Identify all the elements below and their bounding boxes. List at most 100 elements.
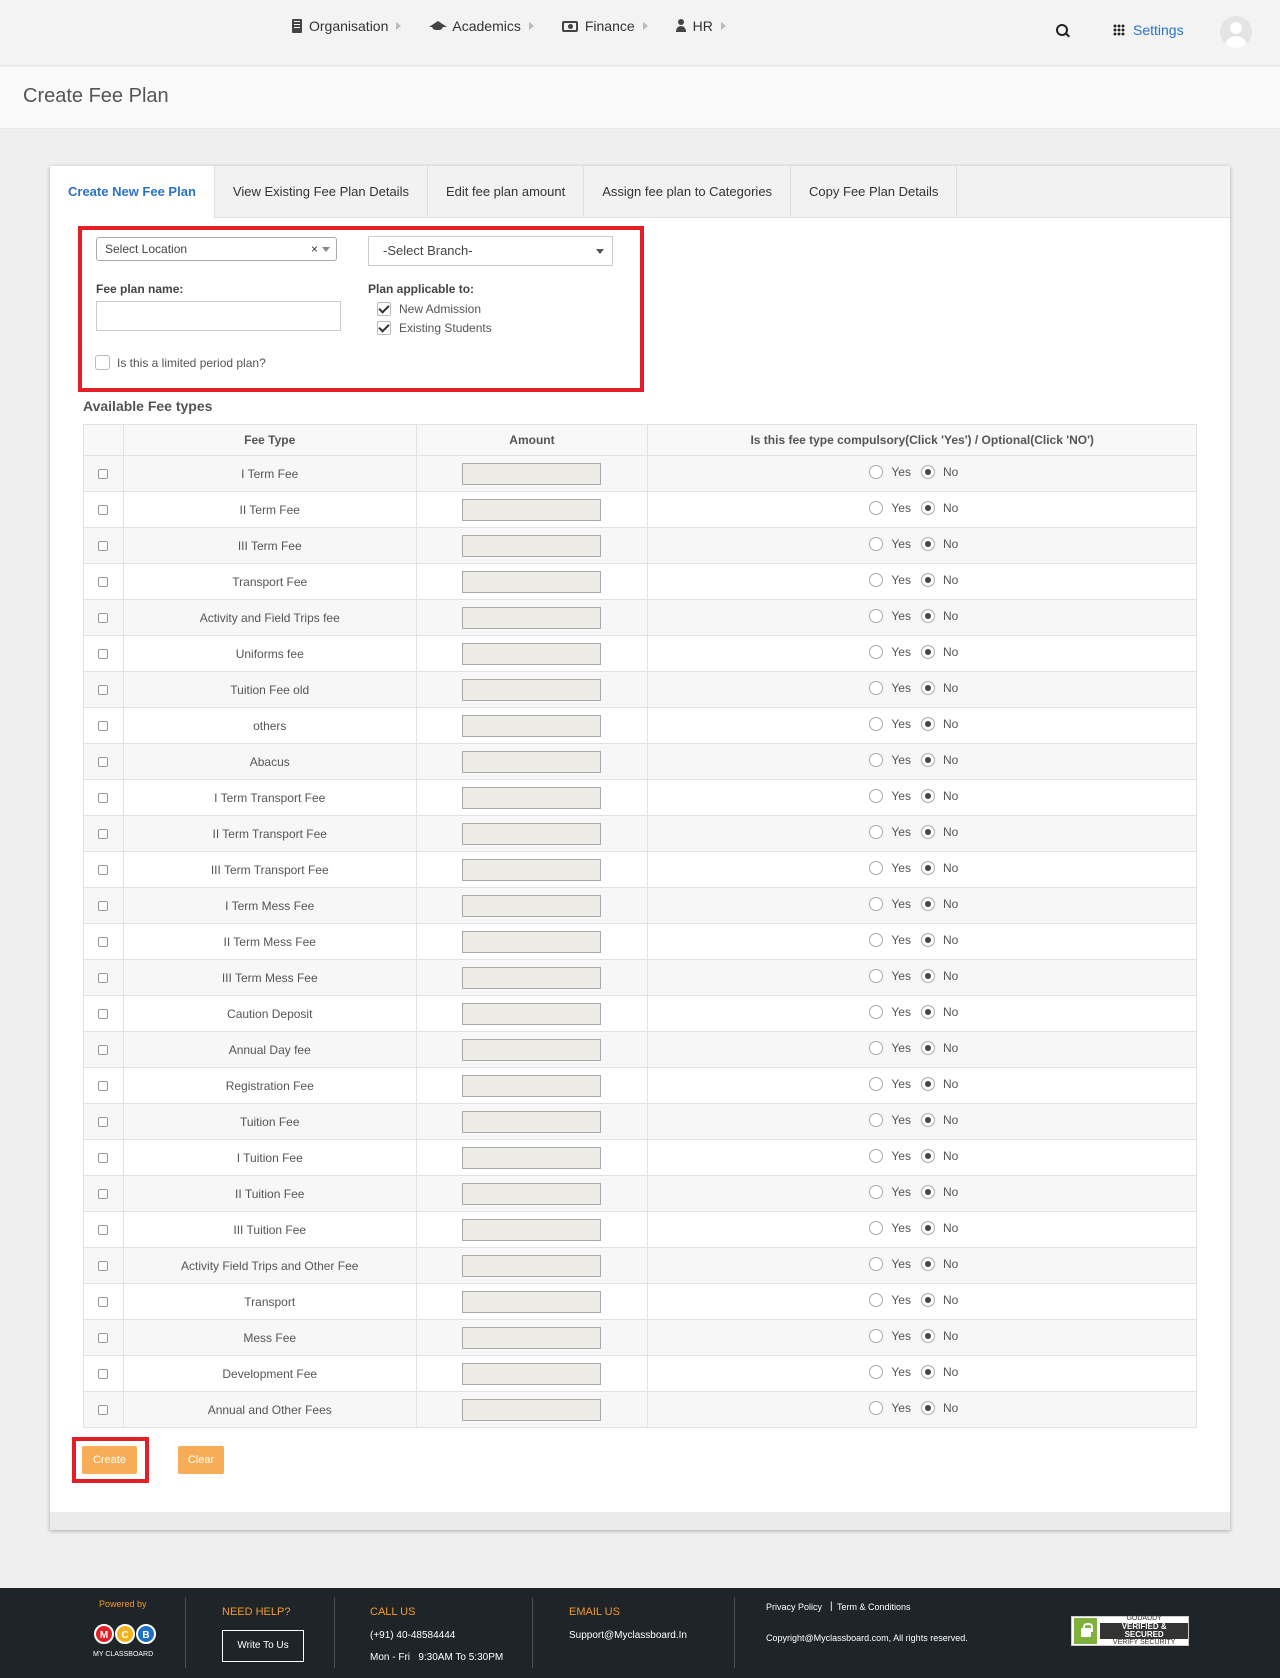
new-admission-option[interactable]: New Admission (377, 302, 481, 316)
amount-input[interactable] (462, 930, 602, 953)
amount-input[interactable] (462, 894, 602, 917)
limited-period-checkbox[interactable] (95, 355, 110, 370)
yes-radio[interactable] (869, 681, 884, 695)
tab-assign-fee-plan[interactable]: Assign fee plan to Categories (584, 166, 792, 218)
no-radio[interactable] (920, 969, 935, 983)
amount-input[interactable] (462, 1254, 602, 1277)
create-button[interactable]: Create (82, 1446, 137, 1474)
row-checkbox[interactable] (98, 1153, 109, 1164)
yes-radio[interactable] (869, 573, 884, 587)
amount-input[interactable] (462, 1146, 602, 1169)
amount-input[interactable] (462, 1074, 602, 1097)
no-radio[interactable] (920, 1077, 935, 1091)
no-radio[interactable] (920, 861, 935, 875)
no-radio[interactable] (920, 1257, 935, 1271)
row-checkbox[interactable] (98, 1117, 109, 1128)
no-radio[interactable] (920, 645, 935, 659)
row-checkbox[interactable] (98, 1261, 109, 1272)
no-radio[interactable] (920, 753, 935, 767)
yes-radio[interactable] (869, 933, 884, 947)
nav-academics[interactable]: Academics (429, 18, 534, 34)
row-checkbox[interactable] (98, 1189, 109, 1200)
amount-input[interactable] (462, 786, 602, 809)
search-icon[interactable] (1056, 24, 1070, 38)
limited-period-option[interactable]: Is this a limited period plan? (95, 355, 266, 370)
row-checkbox[interactable] (98, 685, 109, 696)
yes-radio[interactable] (869, 609, 884, 623)
amount-input[interactable] (462, 498, 602, 521)
amount-input[interactable] (462, 462, 602, 485)
row-checkbox[interactable] (98, 541, 109, 552)
amount-input[interactable] (462, 858, 602, 881)
tab-copy-fee-plan[interactable]: Copy Fee Plan Details (791, 166, 958, 218)
no-radio[interactable] (920, 501, 935, 515)
no-radio[interactable] (920, 717, 935, 731)
amount-input[interactable] (462, 678, 602, 701)
yes-radio[interactable] (869, 1185, 884, 1199)
yes-radio[interactable] (869, 861, 884, 875)
row-checkbox[interactable] (98, 1405, 109, 1416)
row-checkbox[interactable] (98, 973, 109, 984)
row-checkbox[interactable] (98, 1009, 109, 1020)
privacy-policy-link[interactable]: Privacy Policy (766, 1602, 822, 1612)
clear-button[interactable]: Clear (178, 1446, 224, 1474)
row-checkbox[interactable] (98, 721, 109, 732)
yes-radio[interactable] (869, 1293, 884, 1307)
no-radio[interactable] (920, 537, 935, 551)
no-radio[interactable] (920, 1329, 935, 1343)
amount-input[interactable] (462, 750, 602, 773)
yes-radio[interactable] (869, 1005, 884, 1019)
yes-radio[interactable] (869, 897, 884, 911)
support-email[interactable]: Support@Myclassboard.In (569, 1630, 687, 1641)
fee-plan-name-input[interactable] (96, 301, 341, 331)
yes-radio[interactable] (869, 1257, 884, 1271)
row-checkbox[interactable] (98, 865, 109, 876)
amount-input[interactable] (462, 1002, 602, 1025)
row-checkbox[interactable] (98, 469, 109, 480)
row-checkbox[interactable] (98, 793, 109, 804)
no-radio[interactable] (920, 681, 935, 695)
no-radio[interactable] (920, 789, 935, 803)
yes-radio[interactable] (869, 717, 884, 731)
row-checkbox[interactable] (98, 613, 109, 624)
amount-input[interactable] (462, 606, 602, 629)
no-radio[interactable] (920, 1149, 935, 1163)
row-checkbox[interactable] (98, 901, 109, 912)
row-checkbox[interactable] (98, 577, 109, 588)
write-to-us-button[interactable]: Write To Us (222, 1630, 304, 1662)
no-radio[interactable] (920, 1041, 935, 1055)
amount-input[interactable] (462, 1326, 602, 1349)
no-radio[interactable] (920, 897, 935, 911)
amount-input[interactable] (462, 1398, 602, 1421)
amount-input[interactable] (462, 1290, 602, 1313)
yes-radio[interactable] (869, 1149, 884, 1163)
avatar[interactable] (1220, 16, 1252, 48)
no-radio[interactable] (920, 1005, 935, 1019)
amount-input[interactable] (462, 966, 602, 989)
yes-radio[interactable] (869, 753, 884, 767)
branch-select[interactable]: -Select Branch- (368, 236, 613, 266)
no-radio[interactable] (920, 1113, 935, 1127)
yes-radio[interactable] (869, 1113, 884, 1127)
existing-students-checkbox[interactable] (377, 321, 391, 335)
existing-students-option[interactable]: Existing Students (377, 321, 492, 335)
no-radio[interactable] (920, 933, 935, 947)
security-seal[interactable]: GODADDY VERIFIED & SECURED VERIFY SECURI… (1071, 1615, 1189, 1646)
row-checkbox[interactable] (98, 1045, 109, 1056)
amount-input[interactable] (462, 534, 602, 557)
row-checkbox[interactable] (98, 1081, 109, 1092)
amount-input[interactable] (462, 1110, 602, 1133)
nav-finance[interactable]: Finance (561, 18, 648, 34)
no-radio[interactable] (920, 1185, 935, 1199)
yes-radio[interactable] (869, 1401, 884, 1415)
yes-radio[interactable] (869, 969, 884, 983)
row-checkbox[interactable] (98, 1333, 109, 1344)
yes-radio[interactable] (869, 645, 884, 659)
clear-icon[interactable]: × (311, 238, 318, 260)
no-radio[interactable] (920, 1365, 935, 1379)
no-radio[interactable] (920, 1293, 935, 1307)
no-radio[interactable] (920, 1221, 935, 1235)
yes-radio[interactable] (869, 1329, 884, 1343)
amount-input[interactable] (462, 1218, 602, 1241)
row-checkbox[interactable] (98, 829, 109, 840)
